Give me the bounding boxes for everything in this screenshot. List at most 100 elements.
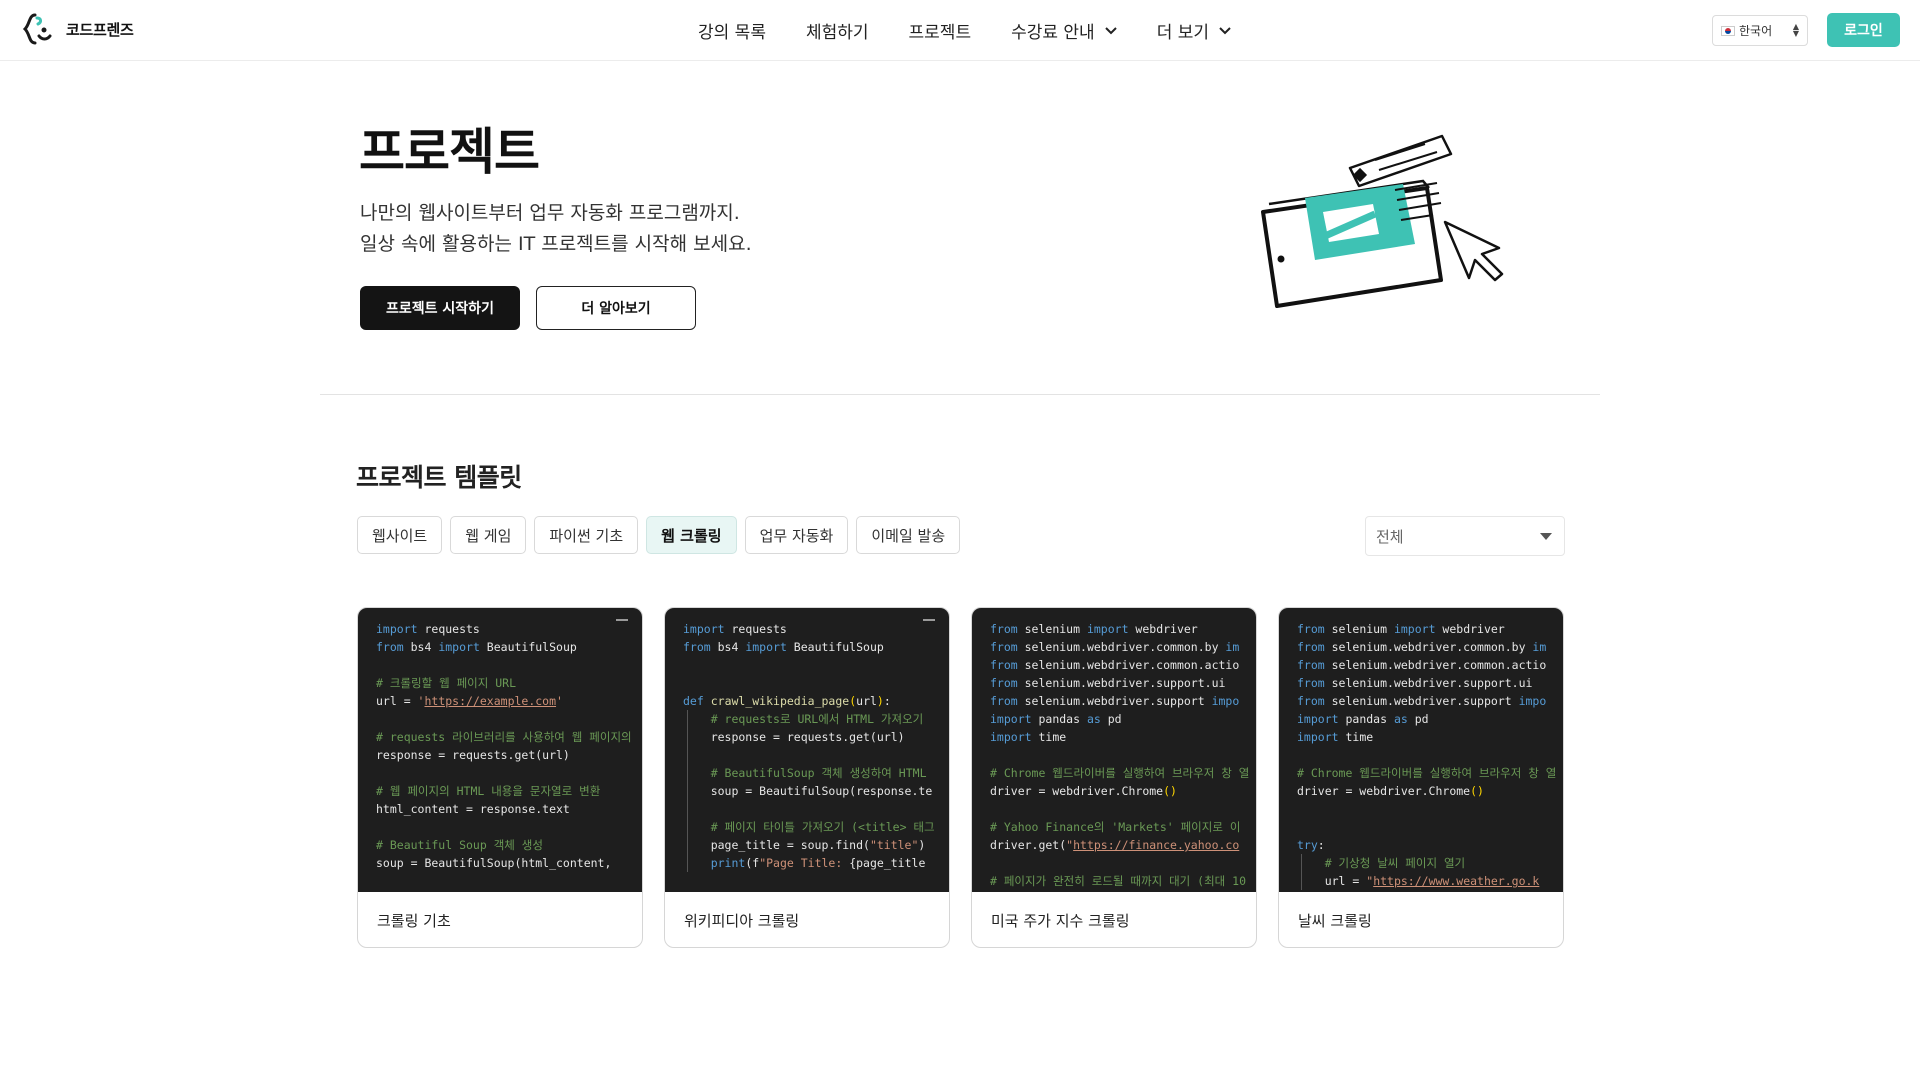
- template-card[interactable]: import requests from bs4 import Beautiful…: [357, 607, 643, 948]
- code-keyword: try: [1297, 838, 1318, 852]
- language-select[interactable]: 한국어 ▲ ▼: [1712, 15, 1808, 46]
- top-header: 코드프렌즈 강의 목록 체험하기 프로젝트 수강료 안내 더 보기 한국어 ▲ ▼…: [0, 0, 1920, 61]
- nav-more-label: 더 보기: [1156, 23, 1210, 43]
- templates-title: 프로젝트 템플릿: [356, 463, 522, 492]
- code-line: from selenium.webdriver.common.actio: [990, 656, 1256, 674]
- category-filters: 웹사이트 웹 게임 파이썬 기초 웹 크롤링 업무 자동화 이메일 발송: [357, 516, 961, 554]
- code-line: import time: [990, 728, 1256, 746]
- code-line: from selenium import webdriver: [1297, 620, 1563, 638]
- code-text: response = requests.get(url): [683, 730, 905, 744]
- code-text: :: [883, 694, 891, 708]
- code-preview: from selenium import webdriver from selen…: [1279, 608, 1563, 892]
- code-text: BeautifulSoup: [786, 640, 884, 654]
- code-line: from selenium.webdriver.support.ui: [1297, 674, 1563, 692]
- code-line: from selenium import webdriver: [990, 620, 1256, 638]
- template-card[interactable]: import requests from bs4 import Beautiful…: [664, 607, 950, 948]
- code-line: driver.get("https://finance.yahoo.co: [990, 836, 1256, 854]
- code-text: url: [856, 694, 877, 708]
- brand-logo[interactable]: 코드프렌즈: [22, 12, 134, 46]
- sort-select-value: 전체: [1376, 527, 1404, 546]
- code-line: from bs4 import BeautifulSoup: [376, 638, 642, 656]
- start-project-button[interactable]: 프로젝트 시작하기: [360, 286, 520, 330]
- code-line: from selenium.webdriver.support.ui: [990, 674, 1256, 692]
- code-keyword: import: [683, 622, 725, 636]
- code-paren: ): [876, 694, 884, 708]
- code-text: pd: [1100, 712, 1122, 726]
- code-line: # 페이지 타이틀 가져오기 (<title> 태그: [683, 818, 949, 836]
- main-nav: 강의 목록 체험하기 프로젝트 수강료 안내 더 보기: [698, 18, 1271, 43]
- code-string: ': [556, 694, 563, 708]
- nav-pricing[interactable]: 수강료 안내: [1011, 18, 1117, 43]
- code-line: driver = webdriver.Chrome(): [990, 782, 1256, 800]
- code-text: selenium.webdriver.common.actio: [1017, 658, 1240, 672]
- code-text: selenium.webdriver.support.ui: [1324, 676, 1540, 690]
- code-text: response = requests.get(url): [376, 748, 570, 762]
- code-text: selenium: [1017, 622, 1087, 636]
- code-text: BeautifulSoup: [479, 640, 577, 654]
- code-line: import requests: [683, 620, 949, 638]
- filter-website[interactable]: 웹사이트: [357, 516, 443, 554]
- code-text: driver = webdriver.Chrome: [990, 784, 1164, 798]
- nav-courses-label: 강의 목록: [698, 23, 766, 43]
- code-text: webdriver: [1128, 622, 1198, 636]
- code-text: bs4: [710, 640, 746, 654]
- filter-web-crawling[interactable]: 웹 크롤링: [646, 516, 737, 554]
- section-divider: [320, 394, 1600, 395]
- login-button[interactable]: 로그인: [1827, 13, 1900, 47]
- code-line: soup = BeautifulSoup(html_content,: [376, 854, 642, 872]
- code-text: url =: [376, 694, 418, 708]
- code-keyword: from: [1297, 658, 1325, 672]
- code-line: html_content = response.text: [376, 800, 642, 818]
- code-paren: (): [1470, 784, 1484, 798]
- code-line: # requests 라이브러리를 사용하여 웹 페이지의: [376, 728, 642, 746]
- code-keyword: impo: [1211, 694, 1240, 708]
- sort-select[interactable]: 전체: [1365, 516, 1565, 556]
- nav-courses[interactable]: 강의 목록: [698, 18, 766, 43]
- nav-more[interactable]: 더 보기: [1157, 18, 1231, 43]
- code-line: # Chrome 웹드라이버를 실행하여 브라우저 창 열: [1297, 764, 1563, 782]
- nav-trial[interactable]: 체험하기: [806, 18, 869, 43]
- code-keyword: import: [990, 712, 1032, 726]
- code-link: https://www.weather.go.k: [1373, 874, 1540, 888]
- code-line: import pandas as pd: [1297, 710, 1563, 728]
- code-text: bs4: [403, 640, 439, 654]
- code-line: # Chrome 웹드라이버를 실행하여 브라우저 창 열: [990, 764, 1256, 782]
- nav-projects[interactable]: 프로젝트: [909, 18, 972, 43]
- code-line: # 크롤링할 웹 페이지 URL: [376, 674, 642, 692]
- code-line: import requests: [376, 620, 642, 638]
- code-keyword: import: [376, 622, 418, 636]
- code-line: url = "https://www.weather.go.k: [1297, 872, 1563, 890]
- collapse-icon[interactable]: [616, 619, 628, 621]
- code-text: selenium.webdriver.common.by: [1017, 640, 1226, 654]
- code-keyword: from: [990, 694, 1018, 708]
- code-keyword: from: [1297, 694, 1325, 708]
- code-line: # 웹 페이지의 HTML 내용을 문자열로 변환: [376, 782, 642, 800]
- filter-web-game[interactable]: 웹 게임: [450, 516, 527, 554]
- filter-automation[interactable]: 업무 자동화: [744, 516, 849, 554]
- collapse-icon[interactable]: [923, 619, 935, 621]
- language-label: 한국어: [1739, 24, 1773, 38]
- chevron-down-icon: [1104, 26, 1117, 34]
- code-keyword: from: [990, 640, 1018, 654]
- learn-more-button[interactable]: 더 알아보기: [536, 286, 696, 330]
- code-line: from selenium.webdriver.common.by im: [1297, 638, 1563, 656]
- template-card[interactable]: from selenium import webdriver from selen…: [971, 607, 1257, 948]
- code-text: time: [1031, 730, 1067, 744]
- korea-flag-icon: [1721, 25, 1735, 36]
- code-comment: # 크롤링할 웹 페이지 URL: [376, 676, 517, 690]
- code-text: selenium.webdriver.common.actio: [1324, 658, 1547, 672]
- filter-python-basics[interactable]: 파이썬 기초: [534, 516, 639, 554]
- template-card[interactable]: from selenium import webdriver from selen…: [1278, 607, 1564, 948]
- template-cards: import requests from bs4 import Beautiful…: [357, 607, 1564, 948]
- filter-email[interactable]: 이메일 발송: [856, 516, 961, 554]
- chevron-down-icon: [1219, 26, 1231, 34]
